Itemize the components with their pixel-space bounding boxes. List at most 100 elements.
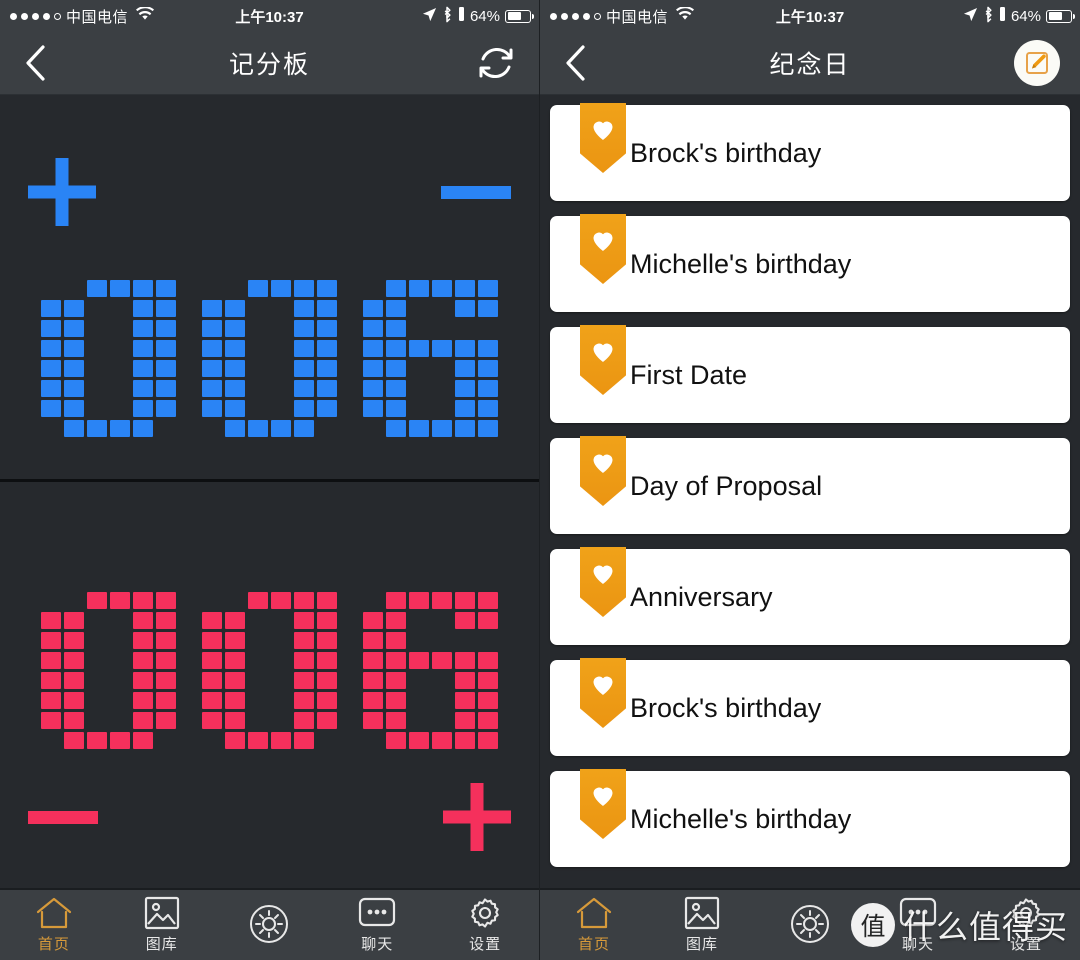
- refresh-button[interactable]: [453, 32, 539, 94]
- score-pixel: [271, 672, 291, 689]
- tab-settings-gear[interactable]: 设置: [431, 890, 539, 960]
- tab-home[interactable]: 首页: [0, 890, 108, 960]
- score-pixel: [87, 280, 107, 297]
- score-pixel: [409, 692, 429, 709]
- heart-ribbon-icon: [580, 325, 626, 395]
- score-pixel: [225, 712, 245, 729]
- score-pixel: [202, 400, 222, 417]
- refresh-icon: [479, 47, 513, 79]
- battery-percent-label: 64%: [469, 7, 500, 25]
- score-pixel: [225, 692, 245, 709]
- score-pixel: [363, 712, 383, 729]
- tab-settings-gear[interactable]: 设置: [972, 890, 1080, 960]
- anniversary-list-item[interactable]: Anniversary: [550, 547, 1070, 645]
- score-pixel: [409, 732, 429, 749]
- battery-icon: [1046, 9, 1075, 23]
- score-pixel: [64, 320, 84, 337]
- score-pixel: [41, 632, 61, 649]
- score-pixel: [271, 320, 291, 337]
- anniversary-list-item[interactable]: Michelle's birthday: [550, 214, 1070, 312]
- score-pixel: [317, 652, 337, 669]
- score-pixel: [202, 632, 222, 649]
- back-button-left[interactable]: [0, 32, 70, 94]
- score-pixel: [202, 380, 222, 397]
- tab-brightness[interactable]: [216, 890, 324, 960]
- anniversary-list-item[interactable]: Brock's birthday: [550, 658, 1070, 756]
- score-pixel: [432, 732, 452, 749]
- gallery-icon: [144, 896, 180, 930]
- anniversary-list-item[interactable]: Brock's birthday: [550, 103, 1070, 201]
- anniversary-list-item[interactable]: Michelle's birthday: [550, 769, 1070, 867]
- score-pixel: [225, 632, 245, 649]
- score-pixel: [317, 712, 337, 729]
- tab-brightness[interactable]: [756, 890, 864, 960]
- add-anniversary-button[interactable]: [994, 32, 1080, 94]
- score-pixel: [225, 732, 245, 749]
- score-pixel: [202, 320, 222, 337]
- nav-bar-right: 纪念日: [540, 32, 1080, 95]
- score-pixel: [248, 420, 268, 437]
- tab-chat[interactable]: 聊天: [323, 890, 431, 960]
- score-pixel: [386, 280, 406, 297]
- score-pixel: [478, 280, 498, 297]
- score-pixel: [317, 400, 337, 417]
- score-pixel: [478, 712, 498, 729]
- score-pixel: [294, 612, 314, 629]
- carrier-name: 中国电信: [66, 8, 129, 26]
- score-pixel: [271, 732, 291, 749]
- tab-label: 首页: [37, 936, 70, 953]
- score-pixel: [478, 632, 498, 649]
- anniversary-list-item[interactable]: Day of Proposal: [550, 436, 1070, 534]
- score-pixel: [409, 400, 429, 417]
- tab-home[interactable]: 首页: [540, 890, 648, 960]
- red-decrement-button[interactable]: [28, 810, 98, 824]
- score-pixel: [64, 592, 84, 609]
- blue-increment-button[interactable]: [28, 158, 96, 226]
- chevron-left-icon: [566, 45, 585, 81]
- tab-gallery[interactable]: 图库: [108, 890, 216, 960]
- score-digit: [41, 280, 176, 437]
- chevron-left-icon: [26, 45, 45, 81]
- battery-percent-label: 64%: [1010, 7, 1041, 25]
- score-pixel: [386, 380, 406, 397]
- score-pixel: [455, 280, 475, 297]
- tab-chat[interactable]: 聊天: [864, 890, 972, 960]
- score-pixel: [478, 652, 498, 669]
- status-bar-right: 中国电信 上午10:37 64%: [540, 0, 1080, 32]
- blue-decrement-button[interactable]: [441, 185, 511, 199]
- score-pixel: [271, 652, 291, 669]
- score-pixel: [110, 300, 130, 317]
- score-pixel: [64, 300, 84, 317]
- score-pixel: [386, 672, 406, 689]
- score-pixel: [41, 692, 61, 709]
- score-pixel: [455, 400, 475, 417]
- score-pixel: [133, 280, 153, 297]
- score-pixel: [271, 400, 291, 417]
- score-pixel: [432, 692, 452, 709]
- score-pixel: [294, 400, 314, 417]
- red-increment-button[interactable]: [443, 783, 511, 851]
- score-pixel: [455, 692, 475, 709]
- score-pixel: [409, 672, 429, 689]
- score-pixel: [133, 632, 153, 649]
- score-pixel: [409, 280, 429, 297]
- anniversary-list[interactable]: Brock's birthday Michelle's birthday First…: [540, 95, 1080, 888]
- score-pixel: [294, 300, 314, 317]
- score-pixel: [248, 612, 268, 629]
- heart-ribbon-icon: [580, 769, 626, 839]
- score-pixel: [110, 360, 130, 377]
- score-pixel: [409, 632, 429, 649]
- score-pixel: [363, 672, 383, 689]
- score-pixel: [317, 732, 337, 749]
- score-pixel: [386, 340, 406, 357]
- score-pixel: [432, 592, 452, 609]
- score-pixel: [386, 300, 406, 317]
- score-pixel: [41, 360, 61, 377]
- score-pixel: [225, 360, 245, 377]
- score-pixel: [110, 632, 130, 649]
- anniversary-list-item[interactable]: First Date: [550, 325, 1070, 423]
- anniversary-label: Michelle's birthday: [630, 803, 852, 834]
- tab-gallery[interactable]: 图库: [648, 890, 756, 960]
- tab-label: 设置: [1009, 936, 1042, 953]
- back-button-right[interactable]: [540, 32, 610, 94]
